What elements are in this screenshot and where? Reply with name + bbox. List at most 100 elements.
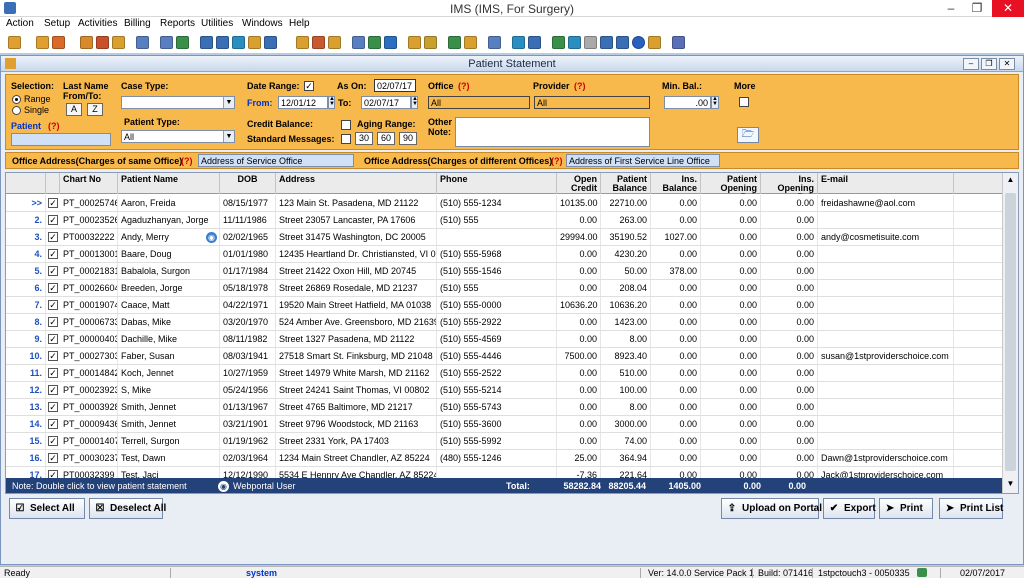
header-open-credit[interactable]: Open Credit: [557, 173, 601, 194]
lock-icon[interactable]: [648, 36, 661, 49]
window-close-icon[interactable]: ✕: [999, 58, 1015, 70]
to-date-spin-icon[interactable]: ▲ ▼: [411, 96, 418, 109]
header-dob[interactable]: DOB: [220, 173, 276, 194]
menu-windows[interactable]: Windows: [242, 18, 283, 29]
from-date-field[interactable]: 12/01/12: [278, 96, 328, 109]
upload-icon[interactable]: [408, 36, 421, 49]
fax-icon[interactable]: [552, 36, 565, 49]
menu-billing[interactable]: Billing: [124, 18, 151, 29]
statement-icon[interactable]: [352, 36, 365, 49]
row-checkbox[interactable]: ✓: [48, 198, 58, 208]
document-icon[interactable]: [96, 36, 109, 49]
select-all-button[interactable]: ☑ Select All: [9, 498, 85, 519]
open-folder-icon[interactable]: 🗁: [737, 127, 759, 143]
table-row[interactable]: 11. ✓ PT_00014842 Koch, Jennet 10/27/1959 Str…: [6, 365, 1002, 382]
row-checkbox[interactable]: ✓: [48, 351, 58, 361]
table-row[interactable]: 7. ✓ PT_00019074 Caace, Matt 04/22/1971 19520…: [6, 297, 1002, 314]
case-type-select[interactable]: ▼: [121, 96, 235, 109]
table-row[interactable]: 9. ✓ PT_00000403 Dachille, Mike 08/11/1982 St…: [6, 331, 1002, 348]
table-row[interactable]: 10. ✓ PT_00027303 Faber, Susan 08/03/1941 275…: [6, 348, 1002, 365]
flask-icon[interactable]: [112, 36, 125, 49]
single-radio[interactable]: [12, 106, 21, 115]
folder-icon[interactable]: [80, 36, 93, 49]
other-note-field[interactable]: [455, 117, 650, 147]
patient-help[interactable]: (?): [48, 121, 60, 131]
more-checkbox[interactable]: [739, 97, 749, 107]
window-restore-icon[interactable]: ❐: [981, 58, 997, 70]
table-row[interactable]: 3. ✓ PT00032222 Andy, Merry 02/02/1965 Street…: [6, 229, 1002, 246]
header-ins-balance[interactable]: Ins. Balance: [651, 173, 701, 194]
report-icon[interactable]: [296, 36, 309, 49]
table-row[interactable]: 13. ✓ PT_00003928 Smith, Jennet 01/13/1967 St…: [6, 399, 1002, 416]
row-checkbox[interactable]: ✓: [48, 300, 58, 310]
edit-icon[interactable]: [368, 36, 381, 49]
address-same-help[interactable]: (?): [181, 156, 193, 166]
menu-utilities[interactable]: Utilities: [201, 18, 233, 29]
row-checkbox[interactable]: ✓: [48, 283, 58, 293]
eligibility-icon[interactable]: [512, 36, 525, 49]
aging-90-field[interactable]: 90: [399, 132, 417, 145]
window-minimize-icon[interactable]: –: [963, 58, 979, 70]
table-row[interactable]: 8. ✓ PT_00006733 Dabas, Mike 03/20/1970 524 A…: [6, 314, 1002, 331]
bills-icon[interactable]: [328, 36, 341, 49]
header-patient-opening-bal[interactable]: Patient Opening Bal.: [701, 173, 761, 194]
table-row[interactable]: 6. ✓ PT_00026604 Breeden, Jorge 05/18/1978 St…: [6, 280, 1002, 297]
menu-setup[interactable]: Setup: [44, 18, 70, 29]
office-field[interactable]: All: [428, 96, 530, 109]
user-icon[interactable]: [8, 36, 21, 49]
credit-balance-checkbox[interactable]: [341, 120, 351, 130]
row-checkbox[interactable]: ✓: [48, 266, 58, 276]
grid-icon[interactable]: [616, 36, 629, 49]
table-row[interactable]: 2. ✓ PT_00023526 Agaduzhanyan, Jorge 11/11/1…: [6, 212, 1002, 229]
help-icon[interactable]: [632, 36, 645, 49]
address-diff-field[interactable]: Address of First Service Line Office: [566, 154, 720, 167]
lastname-from-button[interactable]: A: [66, 103, 82, 116]
logout-icon[interactable]: [672, 36, 685, 49]
webcam-icon[interactable]: [584, 36, 597, 49]
address-same-field[interactable]: Address of Service Office: [198, 154, 354, 167]
row-checkbox[interactable]: ✓: [48, 453, 58, 463]
row-checkbox[interactable]: ✓: [48, 215, 58, 225]
scroll-up-icon[interactable]: ▲: [1003, 175, 1018, 184]
print-button[interactable]: ➤ Print: [879, 498, 933, 519]
image-icon[interactable]: [424, 36, 437, 49]
row-checkbox[interactable]: ✓: [48, 402, 58, 412]
row-checkbox[interactable]: ✓: [48, 368, 58, 378]
monitor-icon[interactable]: [600, 36, 613, 49]
patient-field[interactable]: [11, 133, 111, 146]
to-date-field[interactable]: 02/07/17: [361, 96, 411, 109]
grid-scrollbar[interactable]: ▲ ▼: [1002, 173, 1018, 493]
table-row[interactable]: 16. ✓ PT_00030237 Test, Dawn 02/03/1964 1234 …: [6, 450, 1002, 467]
row-checkbox[interactable]: ✓: [48, 232, 58, 242]
row-checkbox[interactable]: ✓: [48, 419, 58, 429]
from-date-spin-icon[interactable]: ▲ ▼: [328, 96, 335, 109]
analysis-icon[interactable]: [464, 36, 477, 49]
date-range-checkbox[interactable]: ✓: [304, 81, 314, 91]
row-checkbox[interactable]: ✓: [48, 385, 58, 395]
header-chart-no[interactable]: Chart No: [60, 173, 118, 194]
close-icon[interactable]: ✕: [992, 0, 1024, 17]
claims-icon[interactable]: [216, 36, 229, 49]
provider-field[interactable]: All: [534, 96, 650, 109]
min-bal-field[interactable]: .00: [664, 96, 711, 109]
payments-icon[interactable]: [232, 36, 245, 49]
office-help[interactable]: (?): [458, 81, 470, 91]
aging-30-field[interactable]: 30: [355, 132, 373, 145]
schedule-icon[interactable]: [160, 36, 173, 49]
min-bal-spin-icon[interactable]: ▲ ▼: [711, 96, 719, 109]
range-radio[interactable]: [12, 95, 21, 104]
patient-edit-icon[interactable]: [52, 36, 65, 49]
sync-icon[interactable]: [528, 36, 541, 49]
upload-on-portal-button[interactable]: ⇪ Upload on Portal: [721, 498, 822, 519]
row-checkbox[interactable]: ✓: [48, 317, 58, 327]
deselect-all-button[interactable]: ☒ Deselect All: [89, 498, 166, 519]
table-row[interactable]: 5. ✓ PT_00021831 Babalola, Surgon 01/17/1984…: [6, 263, 1002, 280]
table-row[interactable]: >> ✓ PT_00025746 Aaron, Freida 08/15/1977 123…: [6, 195, 1002, 212]
header-phone[interactable]: Phone: [437, 173, 557, 194]
network-icon[interactable]: [488, 36, 501, 49]
list-icon[interactable]: [176, 36, 189, 49]
batch-icon[interactable]: [264, 36, 277, 49]
row-checkbox[interactable]: ✓: [48, 436, 58, 446]
print-list-button[interactable]: ➤ Print List: [939, 498, 1003, 519]
table-row[interactable]: 15. ✓ PT_00001407 Terrell, Surgon 01/19/1962…: [6, 433, 1002, 450]
